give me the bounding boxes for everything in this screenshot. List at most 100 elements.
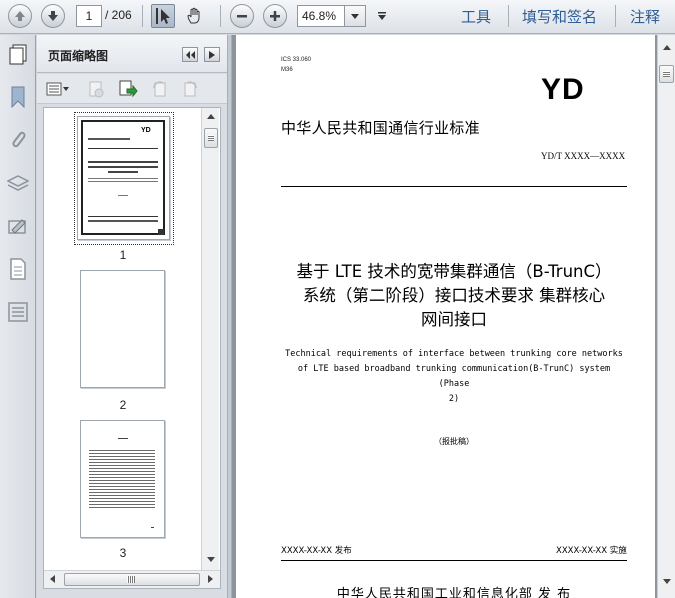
toolbar-divider <box>615 5 616 27</box>
draft-status: （报批稿） <box>434 437 474 446</box>
next-page-button[interactable] <box>41 4 65 28</box>
thumbnail-page-1[interactable]: YD <box>77 116 170 240</box>
ics-code: ICS 33.060 M36 <box>281 55 311 75</box>
thumbnail-label: 2 <box>119 398 127 412</box>
scrollbar-thumb[interactable] <box>204 128 218 148</box>
thumbnail-text-line <box>108 171 138 173</box>
rotate-left-icon[interactable] <box>149 79 171 99</box>
thumbnail-list: YD 1 2 3 <box>43 107 221 589</box>
hand-icon <box>187 7 200 24</box>
publish-date: XXXX-XX-XX 发布 <box>281 546 352 556</box>
page-number-input[interactable]: 1 <box>76 5 102 27</box>
thumbnail-horizontal-scrollbar[interactable] <box>44 570 220 588</box>
thumbnail-options-button[interactable] <box>45 79 71 99</box>
scroll-up-icon[interactable] <box>207 114 215 119</box>
scroll-left-icon[interactable] <box>50 575 55 583</box>
grip-icon <box>663 71 670 77</box>
effective-date: XXXX-XX-XX 实施 <box>556 546 627 556</box>
zoom-out-button[interactable] <box>230 4 254 28</box>
minus-icon <box>237 15 247 18</box>
delete-page-icon[interactable] <box>85 79 107 99</box>
chevron-down-icon <box>378 12 386 20</box>
zoom-input[interactable]: 46.8% <box>297 5 345 27</box>
fill-sign-link[interactable]: 填写和签名 <box>522 6 597 27</box>
document-viewport: ICS 33.060 M36 YD 中华人民共和国通信行业标准 YD/T XXX… <box>232 35 675 598</box>
collapse-panel-button[interactable] <box>182 47 198 62</box>
document-vertical-scrollbar[interactable] <box>657 35 675 598</box>
layers-icon[interactable] <box>6 172 30 196</box>
comment-link[interactable]: 注释 <box>630 6 660 27</box>
rotate-right-icon[interactable] <box>179 79 201 99</box>
pdf-viewer-window: 1 / 206 46.8% 工具 填写和签名 注释 页面缩略图 YD 1 2 3… <box>0 0 675 598</box>
tools-link[interactable]: 工具 <box>461 6 491 27</box>
issuer: 中华人民共和国工业和信息化部 发 布 <box>336 587 572 598</box>
scroll-down-icon[interactable] <box>207 557 215 562</box>
bookmark-icon[interactable] <box>6 85 30 109</box>
title-chinese-line: 系统（第二阶段）接口技术要求 集群核心 <box>302 286 606 305</box>
title-english: Technical requirements of interface betw… <box>281 347 627 407</box>
hand-tool-button[interactable] <box>183 4 207 28</box>
thumbnail-text-line <box>88 220 158 222</box>
thumbnail-toc-lines <box>89 448 155 508</box>
toolbar-more-button[interactable] <box>372 4 392 28</box>
thumbnail-toolbar <box>37 74 227 104</box>
document-icon[interactable] <box>6 257 30 281</box>
toolbar-divider <box>220 5 221 27</box>
thumbnail-vertical-scrollbar[interactable] <box>201 108 219 570</box>
thumbnail-logo: YD <box>141 127 151 134</box>
expand-panel-button[interactable] <box>204 47 220 62</box>
thumbnail-text-line <box>88 181 158 182</box>
title-chinese-line: 基于 LTE 技术的宽带集群通信（B-TrunC） <box>296 262 612 281</box>
cursor-icon <box>156 8 170 24</box>
panel-header: 页面缩略图 <box>37 35 227 73</box>
standard-name: 中华人民共和国通信行业标准 <box>281 119 480 137</box>
scroll-right-icon[interactable] <box>208 575 213 583</box>
standard-number: YD/T XXXX—XXXX <box>541 151 626 161</box>
scroll-down-icon[interactable] <box>663 579 671 584</box>
document-page: ICS 33.060 M36 YD 中华人民共和国通信行业标准 YD/T XXX… <box>236 35 655 598</box>
grip-icon <box>208 135 214 141</box>
thumbnail-page-2[interactable] <box>80 270 165 388</box>
extract-page-icon[interactable] <box>117 79 139 99</box>
thumbnail-text-line <box>88 161 158 163</box>
options-menu-icon <box>46 82 69 96</box>
pages-icon[interactable] <box>6 43 30 67</box>
chevron-down-icon <box>351 13 359 19</box>
toolbar: 1 / 206 46.8% 工具 填写和签名 注释 <box>0 0 675 34</box>
ics-number: ICS 33.060 <box>281 57 312 63</box>
thumbnail-label: 3 <box>119 546 127 560</box>
thumbnail-text-line <box>118 195 128 196</box>
signature-icon[interactable] <box>6 215 30 239</box>
thumbnail-text-line <box>118 438 128 439</box>
yd-logo: YD <box>541 73 585 106</box>
title-english-line: of LTE based broadband trunking communic… <box>297 364 611 389</box>
scrollbar-thumb[interactable] <box>659 65 674 83</box>
scrollbar-thumb[interactable] <box>64 573 200 586</box>
thumbnail-text-line <box>88 138 130 140</box>
panel-title: 页面缩略图 <box>48 49 109 63</box>
title-chinese-line: 网间接口 <box>421 310 487 329</box>
page-total: / 206 <box>105 8 132 22</box>
thumbnail-marker <box>158 229 164 235</box>
select-tool-button[interactable] <box>151 4 175 28</box>
arrow-down-icon <box>48 11 58 21</box>
prev-page-button[interactable] <box>8 4 32 28</box>
attachment-icon[interactable] <box>6 128 30 152</box>
zoom-in-button[interactable] <box>263 4 287 28</box>
thumbnail-text-line <box>88 178 158 179</box>
compare-icon[interactable] <box>6 300 30 324</box>
double-chevron-left-icon <box>186 50 195 59</box>
title-english-line: 2) <box>448 394 460 404</box>
zoom-dropdown-button[interactable] <box>344 5 366 27</box>
scroll-up-icon[interactable] <box>663 45 671 50</box>
navigation-strip <box>0 35 36 598</box>
title-english-line: Technical requirements of interface betw… <box>285 349 623 359</box>
header-rule <box>281 186 627 187</box>
arrow-up-icon <box>15 11 25 21</box>
thumbnail-page-3[interactable] <box>80 420 165 538</box>
toolbar-divider <box>142 5 143 27</box>
thumbnail-rule <box>88 216 158 217</box>
thumbnail-panel: 页面缩略图 YD 1 2 3 <box>37 35 227 598</box>
classification-code: M36 <box>281 67 293 73</box>
plus-icon <box>270 11 280 21</box>
